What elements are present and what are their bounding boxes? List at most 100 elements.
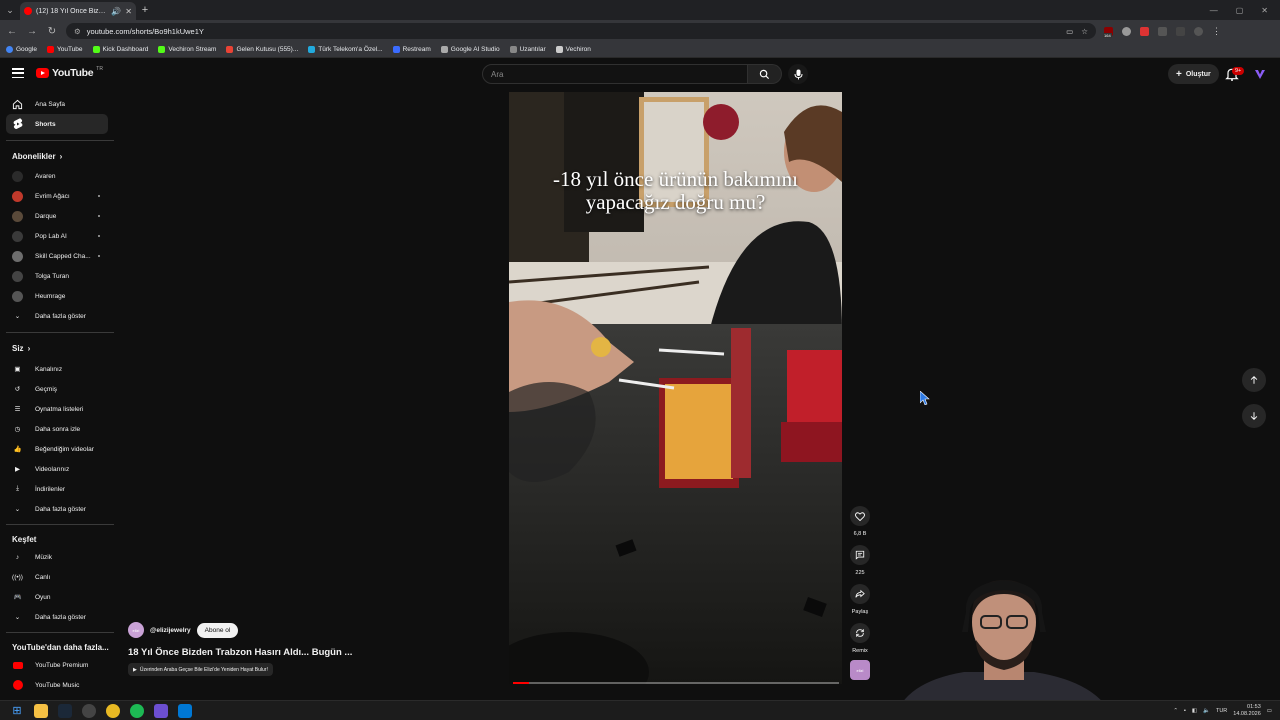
extension-icon[interactable]: 164	[1103, 26, 1113, 38]
sidebar-item-history[interactable]: ↺ Geçmiş	[6, 379, 108, 399]
bookmark-vechiron-stream[interactable]: Vechiron Stream	[158, 46, 216, 53]
app-icon[interactable]	[82, 703, 96, 718]
like-action[interactable]: 6,8 B	[849, 506, 871, 537]
channel-name: Evrim Ağacı	[35, 192, 70, 200]
bookmark-youtube[interactable]: YouTube	[46, 46, 83, 53]
subscribe-button[interactable]: Abone ol	[196, 622, 239, 638]
you-heading[interactable]: Siz ›	[12, 344, 30, 353]
sidebar-item-live[interactable]: ((•)) Canlı	[6, 567, 108, 587]
tray-app-icon[interactable]: ▪	[1184, 708, 1186, 714]
profile-icon[interactable]	[1194, 26, 1203, 36]
share-action[interactable]: Paylaş	[849, 584, 871, 615]
sidebar-item-home[interactable]: Ana Sayfa	[6, 94, 108, 114]
sidebar-item-music[interactable]: ♪ Müzik	[6, 547, 108, 567]
sound-thumbnail[interactable]: elizi	[850, 660, 870, 680]
shorts-video-player[interactable]: -18 yıl önce ürünün bakımını yapacağız d…	[509, 92, 842, 684]
reload-icon[interactable]: ↻	[46, 26, 58, 37]
sidebar-item-youtube-premium[interactable]: YouTube Premium	[6, 655, 108, 675]
menu-kebab-icon[interactable]: ⋮	[1212, 26, 1221, 36]
share-button[interactable]	[850, 584, 870, 604]
bookmark-kick[interactable]: Kick Dashboard	[92, 46, 148, 53]
sidebar-explore-show-more[interactable]: ⌄ Daha fazla göster	[6, 607, 108, 627]
vscode-icon[interactable]	[178, 703, 192, 718]
next-short-button[interactable]	[1242, 404, 1266, 428]
account-avatar-icon[interactable]	[1254, 68, 1266, 80]
sidebar-subs-show-more[interactable]: ⌄ Daha fazla göster	[6, 306, 108, 326]
network-icon[interactable]: ◧	[1192, 708, 1197, 714]
youtube-logo[interactable]: YouTube TR	[36, 66, 103, 79]
extension-icon[interactable]	[1140, 26, 1149, 36]
bookmark-gmail[interactable]: Gelen Kutusu (555)...	[226, 46, 298, 53]
channel-handle[interactable]: @elizijewelry	[150, 627, 191, 634]
related-video-link[interactable]: ▶ Üzerinden Araba Geçse Bile Elizi'de Yen…	[128, 663, 273, 676]
forward-icon[interactable]: →	[26, 26, 38, 37]
install-app-icon[interactable]: ▭	[1066, 27, 1073, 36]
close-tab-icon[interactable]: ✕	[125, 7, 132, 16]
notifications-icon[interactable]: ▭	[1267, 708, 1272, 714]
remix-button[interactable]	[850, 623, 870, 643]
minimize-icon[interactable]: —	[1210, 6, 1218, 15]
bookmark-restream[interactable]: Restream	[392, 46, 431, 53]
comments-button[interactable]	[850, 545, 870, 565]
sidebar-you-show-more[interactable]: ⌄ Daha fazla göster	[6, 499, 108, 519]
bookmark-extensions[interactable]: Uzantılar	[509, 46, 546, 53]
video-progress-bar[interactable]	[513, 682, 839, 684]
volume-icon[interactable]: 🔈	[1203, 708, 1210, 714]
sidebar-item-your-channel[interactable]: ▣ Kanalınız	[6, 359, 108, 379]
bookmark-star-icon[interactable]: ☆	[1081, 27, 1088, 36]
speaker-icon[interactable]: 🔊	[111, 7, 121, 16]
back-icon[interactable]: ←	[6, 26, 18, 37]
previous-short-button[interactable]	[1242, 368, 1266, 392]
bookmark-turk-telekom[interactable]: Türk Telekom'a Özel...	[308, 46, 383, 53]
hamburger-menu-icon[interactable]	[12, 68, 24, 78]
tab-search-icon[interactable]: ⌄	[0, 0, 20, 20]
sidebar-channel-pop-lab-ai[interactable]: Pop Lab AI	[6, 226, 108, 246]
file-explorer-icon[interactable]	[34, 703, 48, 718]
tray-chevron-icon[interactable]: ⌃	[1173, 708, 1178, 714]
windows-start-icon[interactable]: ⊞	[10, 704, 24, 718]
steam-icon[interactable]	[58, 703, 72, 718]
cast-icon[interactable]	[1176, 26, 1185, 36]
browser-tab[interactable]: (12) 18 Yıl Önce Bizden Trabzon Hasırı A…	[20, 2, 136, 20]
search-button[interactable]	[748, 64, 782, 84]
sidebar-item-your-videos[interactable]: ▶ Videolarınız	[6, 459, 108, 479]
channel-avatar[interactable]: elizi	[128, 622, 144, 638]
clock[interactable]: 01:53 14.08.2026	[1233, 704, 1261, 718]
extensions-puzzle-icon[interactable]	[1158, 26, 1167, 36]
obs-icon[interactable]	[154, 703, 168, 718]
sidebar-item-playlists[interactable]: ☰ Oynatma listeleri	[6, 399, 108, 419]
search-input[interactable]: Ara	[482, 64, 748, 84]
sidebar-item-liked-videos[interactable]: 👍 Beğendiğim videolar	[6, 439, 108, 459]
sidebar-channel-skill-capped[interactable]: Skill Capped Cha...	[6, 246, 108, 266]
comment-action[interactable]: 225	[849, 545, 871, 576]
sidebar-channel-heumrage[interactable]: Heumrage	[6, 286, 108, 306]
extension-icon[interactable]	[1122, 26, 1131, 36]
sidebar-item-downloads[interactable]: ⤓ İndirilenler	[6, 479, 108, 499]
sidebar-item-gaming[interactable]: 🎮 Oyun	[6, 587, 108, 607]
subscriptions-heading[interactable]: Abonelikler ›	[12, 152, 62, 161]
sidebar-item-shorts[interactable]: Shorts	[6, 114, 108, 134]
address-bar[interactable]: ⚙ youtube.com/shorts/Bo9h1kUwe1Y ▭ ☆	[66, 23, 1096, 39]
short-title[interactable]: 18 Yıl Önce Bizden Trabzon Hasırı Aldı..…	[128, 647, 352, 658]
sidebar-channel-avaren[interactable]: Avaren	[6, 166, 108, 186]
maximize-icon[interactable]: ▢	[1236, 6, 1244, 15]
close-window-icon[interactable]: ✕	[1261, 6, 1268, 15]
site-info-icon[interactable]: ⚙	[74, 27, 81, 36]
voice-search-button[interactable]	[788, 64, 808, 84]
sidebar-channel-tolga-turan[interactable]: Tolga Turan	[6, 266, 108, 286]
sidebar-item-watch-later[interactable]: ◷ Daha sonra izle	[6, 419, 108, 439]
language-indicator[interactable]: TUR	[1216, 708, 1227, 714]
spotify-icon[interactable]	[130, 703, 144, 718]
sidebar-channel-evrim-agaci[interactable]: Evrim Ağacı	[6, 186, 108, 206]
remix-action[interactable]: Remix	[849, 623, 871, 654]
new-tab-button[interactable]: +	[136, 4, 154, 16]
create-button[interactable]: + Oluştur	[1168, 64, 1219, 84]
bookmark-ai-studio[interactable]: Google AI Studio	[440, 46, 500, 53]
bookmark-vechiron[interactable]: Vechiron	[555, 46, 591, 53]
chrome-icon[interactable]	[106, 703, 120, 718]
sidebar-channel-darque[interactable]: Darque	[6, 206, 108, 226]
sidebar-item-youtube-music[interactable]: YouTube Music	[6, 675, 108, 695]
like-button[interactable]	[850, 506, 870, 526]
more-heading-label: YouTube'dan daha fazla...	[12, 643, 109, 652]
bookmark-google[interactable]: Google	[6, 46, 37, 53]
